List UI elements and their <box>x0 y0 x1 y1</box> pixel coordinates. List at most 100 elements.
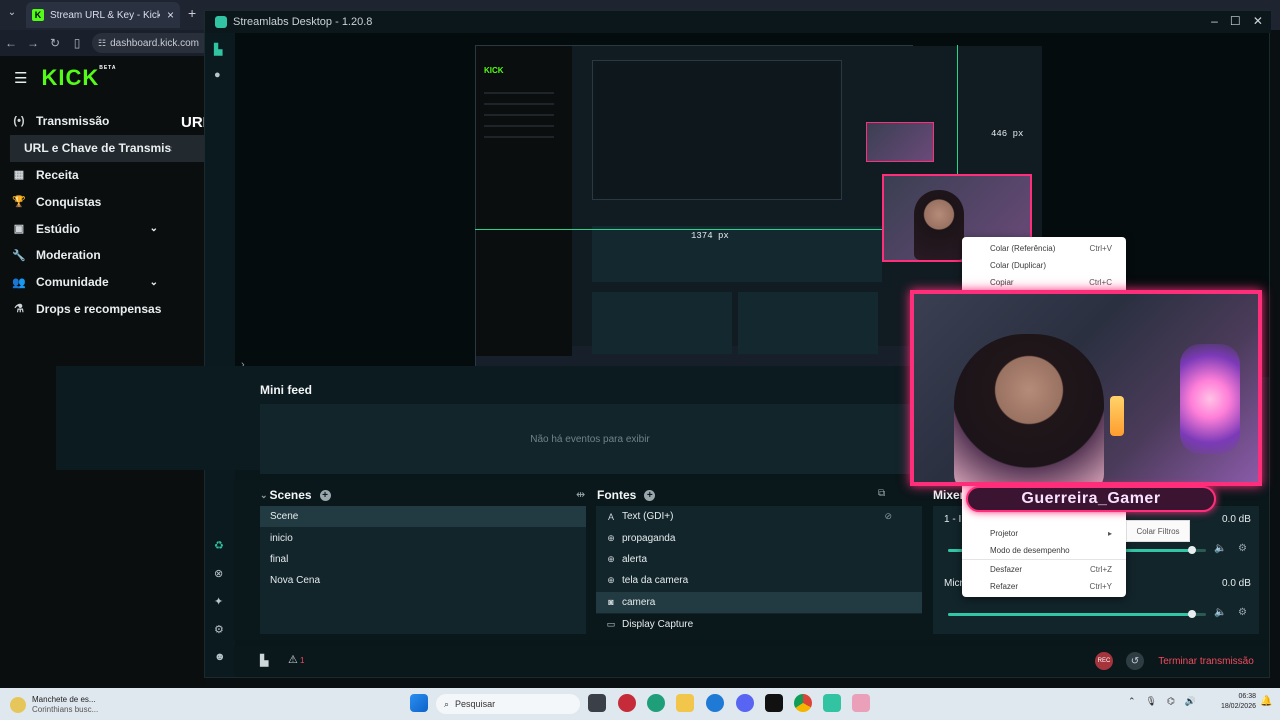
guide-distance-vertical: 446 px <box>991 129 1024 139</box>
task-view-icon[interactable] <box>588 694 606 712</box>
gear-icon[interactable]: ⚙ <box>1238 607 1247 618</box>
browser-source-icon: ⊕ <box>607 553 615 564</box>
list-item[interactable]: Nova Cena <box>260 570 586 591</box>
list-item[interactable]: ◙ camera <box>596 591 922 613</box>
list-item[interactable]: ⊕ tela da camera <box>596 570 922 591</box>
nested-sources <box>738 292 878 354</box>
streamlabs-icon[interactable] <box>823 694 841 712</box>
source-group-icon[interactable]: ⧉ <box>878 488 885 499</box>
replay-buffer-icon[interactable]: ↺ <box>1126 652 1144 670</box>
alert-icon[interactable]: ⚠ <box>288 653 298 666</box>
nav-item-moderation[interactable]: 🔧 Moderation <box>0 242 206 269</box>
network-icon[interactable]: ⌬ <box>1167 696 1175 707</box>
reload-icon[interactable]: ↻ <box>44 36 66 50</box>
volume-icon[interactable]: 🔊 <box>1185 696 1196 707</box>
list-item[interactable]: ⊕ propaganda <box>596 527 922 548</box>
menu-item-refazer[interactable]: Refazer Ctrl+Y <box>990 582 1120 591</box>
profile-icon[interactable]: ☻ <box>214 651 226 663</box>
forward-icon[interactable]: → <box>22 36 44 50</box>
file-explorer-icon[interactable] <box>676 694 694 712</box>
new-tab-button[interactable]: + <box>188 5 196 21</box>
source-label: alerta <box>622 553 648 565</box>
tab-title: Stream URL & Key - Kick Dashb <box>50 9 160 21</box>
app-icon[interactable] <box>852 694 870 712</box>
split-view-icon[interactable]: ▯ <box>66 36 88 50</box>
add-scene-icon[interactable]: + <box>319 489 331 501</box>
taskbar-search[interactable]: ⌕ Pesquisar <box>436 694 580 714</box>
menu-item-modo-desempenho[interactable]: Modo de desempenho <box>990 546 1120 555</box>
menu-item-colar-referencia[interactable]: Colar (Referência) Ctrl+V <box>990 244 1120 253</box>
menu-item-shortcut: Ctrl+Z <box>1090 565 1112 574</box>
collapse-icon[interactable]: ⌄ <box>260 490 268 501</box>
menu-item-copiar[interactable]: Copiar Ctrl+C <box>990 278 1120 287</box>
editor-icon[interactable]: ▙ <box>214 43 222 56</box>
discord-icon[interactable] <box>736 694 754 712</box>
list-item[interactable]: ▭ Display Capture <box>596 614 922 635</box>
list-item[interactable]: Scene <box>260 506 586 528</box>
nav-item-receita[interactable]: ▦ Receita <box>0 162 206 189</box>
live-dock-icon[interactable]: ● <box>214 69 221 81</box>
nav-item-conquistas[interactable]: 🏆 Conquistas <box>0 188 206 215</box>
minimize-icon[interactable]: – <box>1211 14 1218 28</box>
address-bar[interactable]: ☷ dashboard.kick.com <box>92 33 206 53</box>
nav-item-drops[interactable]: ⚗ Drops e recompensas <box>0 296 206 323</box>
back-icon[interactable]: ← <box>0 36 22 50</box>
volume-slider[interactable] <box>948 610 1206 618</box>
news-widget[interactable]: Manchete de es... Corinthians busc... <box>10 692 130 718</box>
notifications-icon[interactable]: 🔔 <box>1260 696 1272 707</box>
record-button[interactable]: REC <box>1095 652 1113 670</box>
scene-transitions-icon[interactable]: ⇹ <box>576 488 585 501</box>
microphone-icon[interactable]: 🎙 <box>1146 696 1157 707</box>
nav-item-url-chave[interactable]: URL e Chave de Transmissão <box>10 134 206 162</box>
settings-icon[interactable]: ⚙ <box>214 623 224 636</box>
menu-item-label: Desfazer <box>990 565 1023 574</box>
list-item[interactable]: final <box>260 549 586 570</box>
apps-icon[interactable]: ⊗ <box>214 567 223 580</box>
edge-icon[interactable] <box>647 694 665 712</box>
browser-tab[interactable]: K Stream URL & Key - Kick Dashb × <box>26 2 180 28</box>
chevron-down-icon[interactable]: ⌄ <box>150 277 158 288</box>
close-icon[interactable]: ✕ <box>1253 14 1263 28</box>
gear-icon[interactable]: ⚙ <box>1238 543 1247 554</box>
app-icon[interactable] <box>618 694 636 712</box>
clock-date: 18/02/2026 <box>1220 703 1256 710</box>
chevron-down-icon[interactable]: ⌄ <box>150 223 158 234</box>
maximize-icon[interactable]: ☐ <box>1230 14 1241 28</box>
chrome-icon[interactable] <box>794 694 812 712</box>
menu-item-projetor[interactable]: Projetor ▸ <box>990 529 1120 538</box>
speaker-icon[interactable]: 🔈 <box>1214 607 1226 618</box>
menu-item-label: Copiar <box>990 278 1014 287</box>
taskbar-clock[interactable]: 06:38 18/02/2026 <box>1202 692 1256 712</box>
alert-count: 1 <box>300 656 305 665</box>
volume-knob[interactable] <box>1188 546 1196 554</box>
camera-source-icon: ◙ <box>608 597 614 608</box>
menu-item-colar-duplicar[interactable]: Colar (Duplicar) <box>990 261 1120 270</box>
highlights-icon[interactable]: ✦ <box>214 595 223 608</box>
menu-icon[interactable]: ☰ <box>14 69 27 87</box>
nav-label: URL e Chave de Transmissão <box>24 141 172 156</box>
visibility-hidden-icon[interactable]: ⊘ <box>884 511 892 522</box>
list-item[interactable]: A Text (GDI+) ⊘ <box>596 506 922 527</box>
add-source-icon[interactable]: + <box>644 489 656 501</box>
list-item[interactable]: ⊕ alerta <box>596 549 922 570</box>
chevron-up-icon[interactable]: ⌃ <box>1128 696 1136 707</box>
tab-list-icon[interactable]: ⌄ <box>4 7 20 23</box>
list-item[interactable]: inicio <box>260 527 586 548</box>
menu-item-desfazer[interactable]: Desfazer Ctrl+Z <box>990 565 1120 574</box>
site-info-icon[interactable]: ☷ <box>98 38 106 49</box>
mixer-title: Mixer <box>933 488 965 502</box>
nav-item-transmissao[interactable]: (•) Transmissão <box>0 108 206 135</box>
end-stream-button[interactable]: Terminar transmissão <box>1156 650 1256 672</box>
nav-item-estudio[interactable]: ▣ Estúdio ⌄ <box>0 215 206 242</box>
app-icon[interactable] <box>765 694 783 712</box>
themes-icon[interactable]: ♻ <box>214 539 224 552</box>
start-icon[interactable] <box>410 694 428 712</box>
performance-icon[interactable]: ▙ <box>260 654 268 667</box>
tab-close-icon[interactable]: × <box>167 8 174 22</box>
nav-item-comunidade[interactable]: 👥 Comunidade ⌄ <box>0 269 206 296</box>
submenu-colar-filtros[interactable]: Colar Filtros <box>1126 520 1190 542</box>
speaker-icon[interactable]: 🔈 <box>1214 543 1226 554</box>
volume-knob[interactable] <box>1188 610 1196 618</box>
app-icon[interactable] <box>706 694 724 712</box>
kick-logo[interactable]: KICKBETA <box>41 65 116 91</box>
